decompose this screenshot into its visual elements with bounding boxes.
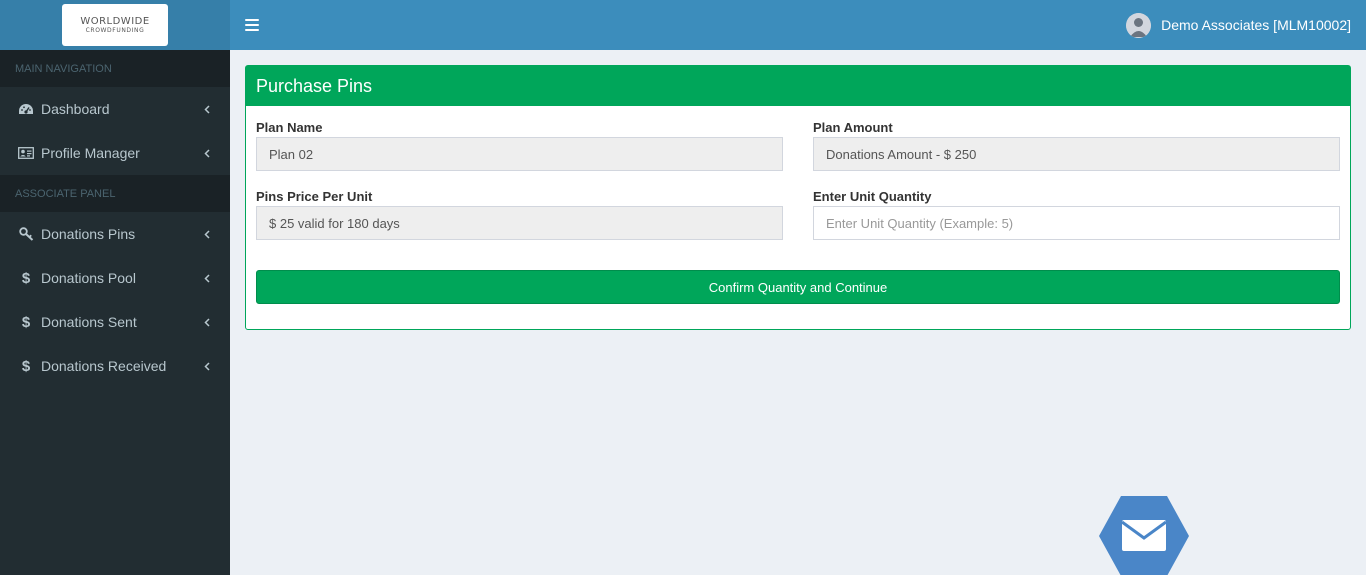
nav-header-associate: ASSOCIATE PANEL (0, 175, 230, 212)
chevron-left-icon (202, 361, 212, 371)
sidebar-item-label: Donations Sent (41, 314, 137, 330)
sidebar-item-label: Donations Received (41, 358, 167, 374)
quantity-label: Enter Unit Quantity (813, 189, 932, 204)
chevron-left-icon (202, 148, 212, 158)
chevron-left-icon (202, 317, 212, 327)
dashboard-icon (17, 102, 35, 116)
dollar-icon: $ (21, 269, 31, 287)
purchase-pins-panel: Purchase Pins Plan Name Plan 02 Plan Amo… (245, 65, 1351, 330)
id-card-icon (17, 146, 35, 160)
plan-amount-field: Donations Amount - $ 250 (813, 137, 1340, 171)
sidebar-item-label: Donations Pool (41, 270, 136, 286)
confirm-quantity-button[interactable]: Confirm Quantity and Continue (256, 270, 1340, 304)
mail-icon[interactable] (1099, 496, 1189, 575)
plan-amount-label: Plan Amount (813, 120, 893, 135)
user-menu[interactable]: Demo Associates [MLM10002] (1126, 0, 1351, 50)
menu-toggle-icon[interactable] (245, 19, 259, 31)
key-icon (17, 227, 35, 241)
sidebar-item-profile-manager[interactable]: Profile Manager (0, 131, 230, 175)
logo-line2: CROWDFUNDING (85, 26, 145, 34)
sidebar-item-label: Donations Pins (41, 226, 136, 242)
pin-price-label: Pins Price Per Unit (256, 189, 373, 204)
top-navbar: Demo Associates [MLM10002] (230, 0, 1366, 50)
user-name: Demo Associates [MLM10002] (1161, 17, 1351, 33)
pin-price-field: $ 25 valid for 180 days (256, 206, 783, 240)
sidebar: WORLDWIDE CROWDFUNDING MAIN NAVIGATION D… (0, 0, 230, 575)
nav-header-main: MAIN NAVIGATION (0, 50, 230, 87)
sidebar-item-donations-sent[interactable]: $ Donations Sent (0, 300, 230, 344)
logo-line1: WORLDWIDE (80, 15, 150, 27)
sidebar-item-donations-pool[interactable]: $ Donations Pool (0, 256, 230, 300)
plan-name-field: Plan 02 (256, 137, 783, 171)
sidebar-item-donations-pins[interactable]: Donations Pins (0, 212, 230, 256)
sidebar-item-label: Dashboard (41, 101, 110, 117)
chevron-left-icon (202, 229, 212, 239)
sidebar-item-label: Profile Manager (41, 145, 140, 161)
logo[interactable]: WORLDWIDE CROWDFUNDING (62, 4, 168, 46)
dollar-icon: $ (21, 313, 31, 331)
plan-name-label: Plan Name (256, 120, 323, 135)
sidebar-item-dashboard[interactable]: Dashboard (0, 87, 230, 131)
quantity-input[interactable] (813, 206, 1340, 240)
logo-area: WORLDWIDE CROWDFUNDING (0, 0, 230, 50)
avatar (1126, 12, 1152, 38)
panel-title: Purchase Pins (246, 66, 1350, 106)
chevron-left-icon (202, 273, 212, 283)
chevron-left-icon (202, 104, 212, 114)
sidebar-item-donations-received[interactable]: $ Donations Received (0, 344, 230, 388)
dollar-icon: $ (21, 357, 31, 375)
